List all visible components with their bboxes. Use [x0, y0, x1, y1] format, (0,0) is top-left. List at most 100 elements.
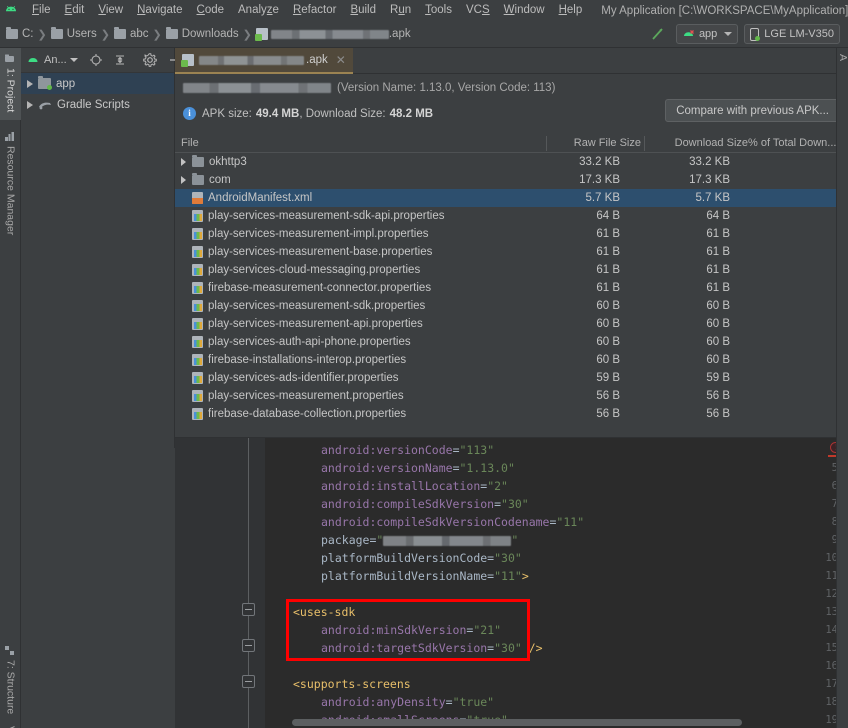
- project-panel-toolbar: An...: [21, 48, 178, 73]
- sidebar-label-resource-manager: Resource Manager: [4, 146, 17, 236]
- redacted-tab-title: [199, 55, 304, 65]
- table-row[interactable]: play-services-measurement-base.propertie…: [175, 243, 848, 261]
- settings-gear-icon[interactable]: [142, 53, 157, 67]
- column-header-download-size[interactable]: Download Size: [563, 134, 748, 153]
- sidebar-label-project: 1: Project: [4, 68, 17, 113]
- download-size: 61 B: [706, 282, 730, 294]
- expand-triangle-icon[interactable]: [181, 158, 186, 166]
- sidebar-item-project[interactable]: 1: Project: [0, 48, 21, 120]
- breadcrumb-item-c[interactable]: C:: [6, 27, 34, 40]
- file-name: play-services-auth-api-phone.properties: [208, 336, 411, 348]
- code-line: android:compileSdkVersionCodename="11": [321, 513, 584, 531]
- xml-file-icon: [192, 192, 203, 204]
- code-token: =: [494, 497, 502, 511]
- table-row[interactable]: firebase-installations-interop.propertie…: [175, 351, 848, 369]
- table-row[interactable]: play-services-measurement-sdk-api.proper…: [175, 207, 848, 225]
- apk-info-panel: (Version Name: 1.13.0, Version Code: 113…: [175, 74, 848, 134]
- fold-toggle-uses-sdk[interactable]: [242, 603, 255, 616]
- menu-item-tools[interactable]: Tools: [418, 0, 459, 21]
- expand-triangle-icon[interactable]: [181, 176, 186, 184]
- breadcrumb-item-apk-file[interactable]: .apk: [254, 28, 411, 41]
- code-content[interactable]: android:versionCode="113" android:version…: [265, 438, 848, 728]
- table-row[interactable]: play-services-auth-api-phone.properties 6…: [175, 333, 848, 351]
- file-name: play-services-ads-identifier.properties: [208, 372, 399, 384]
- table-row[interactable]: com17.3 KB17.3 KB0%: [175, 171, 848, 189]
- redacted-filename: [270, 29, 389, 39]
- raw-file-size: 59 B: [596, 372, 620, 384]
- raw-file-size: 61 B: [596, 264, 620, 276]
- table-row[interactable]: play-services-measurement.properties 56 B…: [175, 387, 848, 405]
- download-size: 64 B: [706, 210, 730, 222]
- table-row[interactable]: okhttp333.2 KB33.2 KB0.1%: [175, 153, 848, 171]
- table-row[interactable]: play-services-measurement-api.properties…: [175, 315, 848, 333]
- chevron-down-icon: [724, 32, 733, 36]
- project-scope-selector[interactable]: An...: [26, 53, 78, 67]
- file-name: play-services-measurement-sdk.properties: [208, 300, 426, 312]
- apk-file-icon: [254, 28, 268, 41]
- sidebar-item-structure[interactable]: 7: Structure: [0, 640, 21, 720]
- table-row[interactable]: play-services-cloud-messaging.properties…: [175, 261, 848, 279]
- breadcrumb-item-downloads[interactable]: Downloads: [165, 27, 239, 40]
- breadcrumb-separator: ❯: [242, 28, 252, 41]
- code-token: =: [452, 461, 460, 475]
- breadcrumb-item-abc[interactable]: abc: [113, 27, 149, 40]
- gradle-icon: [38, 99, 52, 111]
- folder-icon: [113, 27, 126, 39]
- sidebar-item-resource-manager[interactable]: Resource Manager: [0, 126, 21, 246]
- fold-toggle-supports-screens[interactable]: [242, 675, 255, 688]
- locate-icon[interactable]: [89, 53, 103, 67]
- right-strip-label[interactable]: A: [837, 54, 848, 61]
- menu-item-vcs[interactable]: VCS: [459, 0, 497, 21]
- table-row[interactable]: firebase-database-collection.properties 5…: [175, 405, 848, 423]
- project-tree-item-app[interactable]: app: [21, 73, 174, 94]
- code-folding-column: [232, 438, 265, 728]
- collapse-all-icon[interactable]: [113, 53, 127, 67]
- menu-item-refactor[interactable]: Refactor: [286, 0, 343, 21]
- menu-item-edit[interactable]: Edit: [58, 0, 92, 21]
- compare-with-previous-apk-button[interactable]: Compare with previous APK...: [665, 99, 840, 122]
- breadcrumb-item-users[interactable]: Users: [50, 27, 97, 40]
- column-divider[interactable]: [546, 136, 547, 151]
- table-row[interactable]: play-services-measurement-impl.propertie…: [175, 225, 848, 243]
- apk-package-row: (Version Name: 1.13.0, Version Code: 113…: [183, 82, 555, 94]
- column-header-pct-total[interactable]: % of Total Down...: [748, 134, 836, 153]
- properties-file-icon: [192, 246, 203, 258]
- code-line: android:targetSdkVersion="30" />: [321, 639, 543, 657]
- menu-item-window[interactable]: Window: [497, 0, 552, 21]
- sidebar-label-structure: 7: Structure: [4, 660, 17, 715]
- table-row[interactable]: play-services-measurement-sdk.properties…: [175, 297, 848, 315]
- close-icon[interactable]: ✕: [336, 53, 346, 67]
- menu-item-build[interactable]: Build: [343, 0, 383, 21]
- breadcrumb-separator: ❯: [100, 28, 110, 41]
- file-name: play-services-measurement-sdk-api.proper…: [208, 210, 445, 222]
- menu-item-code[interactable]: Code: [190, 0, 232, 21]
- code-token: >: [521, 569, 529, 583]
- menu-bar: File Edit View Navigate Code Analyze Refactor B…: [0, 0, 848, 21]
- menu-item-analyze[interactable]: Analyze: [231, 0, 286, 21]
- menu-item-help[interactable]: Help: [552, 0, 590, 21]
- table-row[interactable]: play-services-ads-identifier.properties 5…: [175, 369, 848, 387]
- table-row[interactable]: firebase-measurement-connector.propertie…: [175, 279, 848, 297]
- expand-triangle-icon[interactable]: [27, 100, 33, 109]
- menu-item-run[interactable]: Run: [383, 0, 418, 21]
- code-token: platformBuildVersionCode: [321, 551, 488, 565]
- editor-tab-suffix: .apk: [306, 54, 328, 66]
- menu-item-navigate[interactable]: Navigate: [130, 0, 189, 21]
- run-icon[interactable]: [650, 26, 666, 42]
- expand-triangle-icon[interactable]: [27, 79, 33, 88]
- raw-file-size: 56 B: [596, 408, 620, 420]
- menu-item-view[interactable]: View: [91, 0, 130, 21]
- menu-item-file[interactable]: File: [25, 0, 58, 21]
- editor-horizontal-scrollbar[interactable]: [292, 719, 742, 726]
- column-header-file[interactable]: File: [181, 134, 199, 153]
- project-tree-item-gradle-scripts[interactable]: Gradle Scripts: [21, 94, 174, 115]
- xml-code-editor[interactable]: 45678910111213141516171819 android:versi…: [175, 437, 848, 728]
- table-row[interactable]: AndroidManifest.xml5.7 KB5.7 KB0%: [175, 189, 848, 207]
- properties-file-icon: [192, 372, 203, 384]
- download-size-value: 48.2 MB: [389, 107, 434, 120]
- run-configuration-selector[interactable]: app: [675, 24, 739, 44]
- fold-toggle-uses-sdk-end[interactable]: [242, 639, 255, 652]
- editor-tab-apk[interactable]: .apk ✕: [175, 48, 353, 74]
- sidebar-item-variants[interactable]: Variants: [0, 720, 21, 728]
- device-selector[interactable]: LGE LM-V350: [744, 24, 840, 44]
